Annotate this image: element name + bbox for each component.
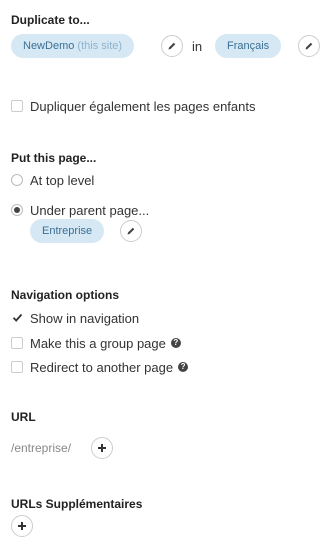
check-icon xyxy=(12,311,23,326)
pencil-icon xyxy=(126,226,136,236)
site-suffix: (this site) xyxy=(77,40,123,52)
site-name: NewDemo xyxy=(23,40,75,52)
show-in-navigation-option[interactable]: Show in navigation xyxy=(11,309,139,327)
parent-page-pill[interactable]: Entreprise xyxy=(30,219,105,243)
under-parent-radio[interactable] xyxy=(11,204,23,216)
top-level-radio[interactable] xyxy=(11,174,23,186)
top-level-option[interactable]: At top level xyxy=(11,171,94,189)
navigation-title: Navigation options xyxy=(11,288,119,302)
plus-icon xyxy=(97,443,107,453)
show-in-navigation-checkbox[interactable] xyxy=(11,312,23,324)
radio-selected-dot xyxy=(14,207,20,213)
group-page-checkbox[interactable] xyxy=(11,337,23,349)
edit-language-button[interactable] xyxy=(298,35,320,57)
edit-site-button[interactable] xyxy=(161,35,183,57)
show-in-navigation-label: Show in navigation xyxy=(30,310,140,326)
duplicate-children-option[interactable]: Dupliquer également les pages enfants xyxy=(11,97,255,115)
add-extra-url-button[interactable] xyxy=(11,515,33,537)
duplicate-title: Duplicate to... xyxy=(11,13,90,27)
add-url-button[interactable] xyxy=(91,437,113,459)
extra-urls-title: URLs Supplémentaires xyxy=(11,497,143,511)
pencil-icon xyxy=(167,41,177,51)
duplicate-children-label: Dupliquer également les pages enfants xyxy=(30,98,256,114)
language-name: Français xyxy=(227,40,270,52)
in-label: in xyxy=(192,39,203,54)
under-parent-label: Under parent page... xyxy=(30,202,150,218)
site-pill[interactable]: NewDemo (this site) xyxy=(11,34,135,58)
edit-parent-button[interactable] xyxy=(120,220,142,242)
redirect-checkbox[interactable] xyxy=(11,361,23,373)
pencil-icon xyxy=(304,41,314,51)
redirect-option[interactable]: Redirect to another page ? xyxy=(11,358,189,376)
top-level-label: At top level xyxy=(30,172,95,188)
group-page-option[interactable]: Make this a group page ? xyxy=(11,334,181,352)
placement-title: Put this page... xyxy=(11,151,97,165)
plus-icon xyxy=(17,521,27,531)
language-pill[interactable]: Français xyxy=(215,34,282,58)
url-title: URL xyxy=(11,410,36,424)
question-circle-icon[interactable]: ? xyxy=(170,338,181,348)
under-parent-option[interactable]: Under parent page... xyxy=(11,201,149,219)
redirect-label: Redirect to another page xyxy=(30,359,174,375)
url-value: /entreprise/ xyxy=(11,441,72,455)
group-page-label: Make this a group page xyxy=(30,335,166,351)
parent-page-name: Entreprise xyxy=(42,225,93,237)
duplicate-children-checkbox[interactable] xyxy=(11,100,23,112)
question-circle-icon[interactable]: ? xyxy=(178,362,189,372)
